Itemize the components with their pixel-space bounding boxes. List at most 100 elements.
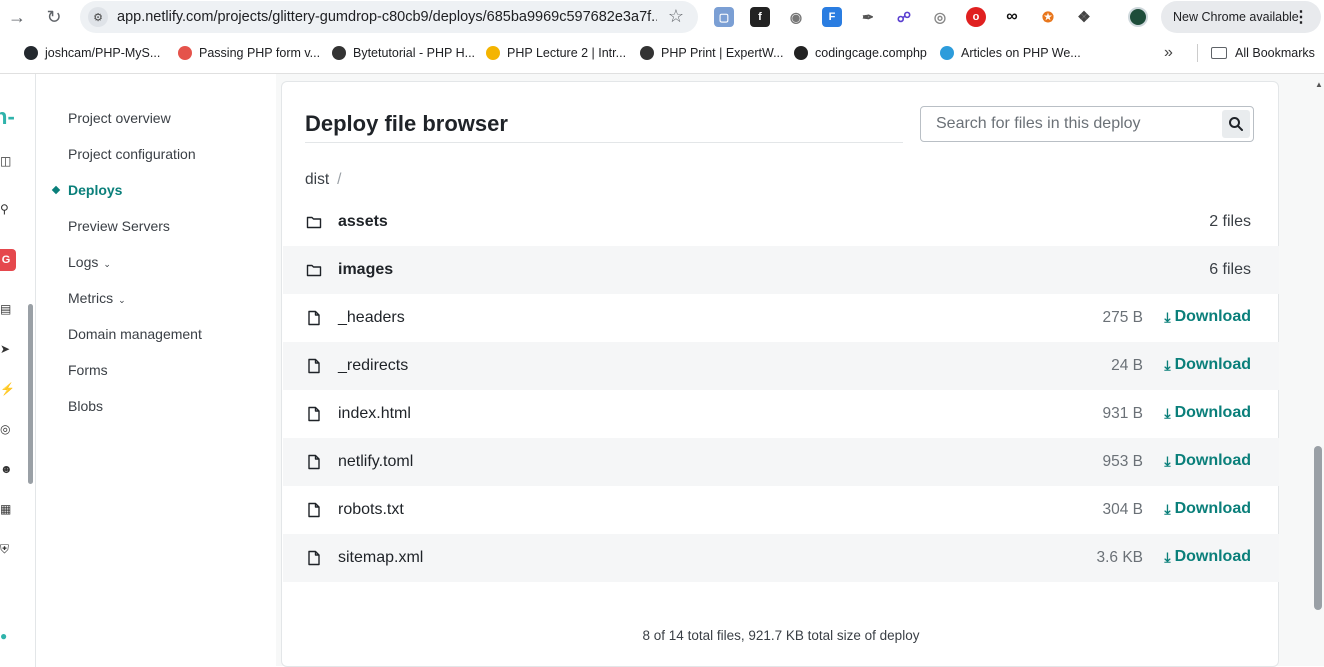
file-icon: [308, 502, 320, 518]
github-icon: [24, 46, 38, 60]
folder-name[interactable]: images: [338, 261, 393, 279]
sidebar-item-forms[interactable]: Forms: [68, 362, 108, 378]
folder-name[interactable]: assets: [338, 213, 388, 231]
sidebar-toggle-icon[interactable]: ◫: [0, 154, 14, 168]
all-bookmarks-label: All Bookmarks: [1235, 46, 1315, 60]
download-button[interactable]: ⤓ Download: [1164, 308, 1251, 326]
breadcrumb-item[interactable]: dist: [305, 171, 329, 188]
download-label: Download: [1174, 356, 1251, 373]
profile-avatar[interactable]: [1128, 7, 1148, 27]
sidebar-item-logs[interactable]: Logs ⌄: [68, 254, 111, 270]
bookmark-label: Passing PHP form v...: [199, 46, 321, 60]
extension-icon[interactable]: ▢: [714, 7, 734, 27]
sidebar-item-label: Project configuration: [68, 146, 196, 162]
sidebar-item-deploys[interactable]: Deploys: [51, 182, 122, 198]
file-name: netlify.toml: [338, 453, 414, 470]
plug-icon[interactable]: ⚡: [0, 382, 15, 396]
bookmark-item[interactable]: Articles on PHP We...: [940, 46, 1081, 60]
netlify-logo-icon[interactable]: n-: [0, 104, 15, 130]
deploy-file-browser-card: Deploy file browser dist / assets 2 files…: [281, 81, 1279, 667]
search-input[interactable]: [921, 107, 1221, 141]
download-icon: ⤓: [1164, 356, 1171, 373]
folder-row[interactable]: images 6 files: [283, 246, 1279, 294]
download-button[interactable]: ⤓ Download: [1164, 500, 1251, 518]
bookmark-item[interactable]: Passing PHP form v...: [178, 46, 320, 60]
extension-icon[interactable]: o: [966, 7, 986, 27]
breadcrumb-separator: /: [337, 171, 342, 188]
folder-icon: [1211, 47, 1227, 59]
page-scrollbar-thumb[interactable]: [1314, 446, 1322, 610]
page-scrollbar[interactable]: ▲: [1312, 74, 1324, 667]
sidebar-item-label: Metrics: [68, 290, 114, 306]
forward-icon[interactable]: →: [6, 6, 28, 28]
search-icon: [1229, 117, 1243, 131]
search-icon[interactable]: ⚲: [0, 202, 14, 216]
acrobat-icon[interactable]: ✪: [1038, 7, 1058, 27]
bookmark-item[interactable]: codingcage.comphp: [794, 46, 927, 60]
url-text[interactable]: app.netlify.com/projects/glittery-gumdro…: [117, 9, 657, 25]
menu-kebab-icon[interactable]: ⋮: [1293, 7, 1309, 27]
team-avatar-icon[interactable]: G: [0, 249, 16, 271]
infinity-icon[interactable]: ∞: [1002, 7, 1022, 27]
scroll-up-icon[interactable]: ▲: [1315, 80, 1323, 89]
download-label: Download: [1174, 452, 1251, 469]
site-favicon: [178, 46, 192, 60]
download-button[interactable]: ⤓ Download: [1164, 548, 1251, 566]
users-icon[interactable]: ☻: [0, 462, 14, 476]
sidebar-item-label: Preview Servers: [68, 218, 170, 234]
globe-icon: [332, 46, 346, 60]
new-chrome-button[interactable]: New Chrome available ⋮: [1161, 1, 1321, 33]
sidebar-item-domain-management[interactable]: Domain management: [68, 326, 202, 342]
address-bar[interactable]: ⚙ app.netlify.com/projects/glittery-gumd…: [80, 1, 698, 33]
reload-icon[interactable]: ↻: [43, 6, 65, 28]
extension-icon[interactable]: F: [822, 7, 842, 27]
sidebar-item-preview-servers[interactable]: Preview Servers: [68, 218, 170, 234]
site-info-icon[interactable]: ⚙: [88, 7, 108, 27]
file-row: sitemap.xml 3.6 KB ⤓ Download: [283, 534, 1279, 582]
file-icon: [308, 358, 320, 374]
extensions-puzzle-icon[interactable]: ❖: [1074, 7, 1094, 27]
billing-icon[interactable]: ▦: [0, 502, 14, 516]
file-name: sitemap.xml: [338, 549, 424, 566]
sidebar-item-label: Domain management: [68, 326, 202, 342]
file-size: 304 B: [1102, 501, 1143, 518]
pen-icon[interactable]: ✒: [858, 7, 878, 27]
deploy-icon[interactable]: ➤: [0, 342, 14, 356]
file-size: 24 B: [1111, 357, 1143, 374]
file-row: _headers 275 B ⤓ Download: [283, 294, 1279, 342]
rail-scrollbar-thumb[interactable]: [28, 304, 33, 484]
file-row: _redirects 24 B ⤓ Download: [283, 342, 1279, 390]
sidebar-item-metrics[interactable]: Metrics ⌄: [68, 290, 126, 306]
file-size: 931 B: [1102, 405, 1143, 422]
download-button[interactable]: ⤓ Download: [1164, 356, 1251, 374]
bookmark-item[interactable]: Bytetutorial - PHP H...: [332, 46, 475, 60]
sidebar-item-blobs[interactable]: Blobs: [68, 398, 103, 414]
bookmark-label: Bytetutorial - PHP H...: [353, 46, 476, 60]
search-button[interactable]: [1222, 110, 1250, 138]
globe-icon[interactable]: ◎: [0, 422, 14, 436]
site-favicon: [794, 46, 808, 60]
chevron-down-icon: ⌄: [118, 295, 126, 305]
sidebar-item-project-overview[interactable]: Project overview: [68, 110, 171, 126]
sidebar-item-project-configuration[interactable]: Project configuration: [68, 146, 196, 162]
shield-icon[interactable]: ⛨: [0, 542, 14, 556]
extension-icon[interactable]: f: [750, 7, 770, 27]
download-button[interactable]: ⤓ Download: [1164, 452, 1251, 470]
link-icon[interactable]: ☍: [894, 7, 914, 27]
bookmark-item[interactable]: PHP Lecture 2 | Intr...: [486, 46, 626, 60]
sidebar-item-label: Logs: [68, 254, 99, 270]
bookmark-label: codingcage.comphp: [815, 46, 927, 60]
bookmark-star-icon[interactable]: ☆: [668, 6, 684, 27]
bookmark-item[interactable]: PHP Print | ExpertW...: [640, 46, 784, 60]
file-icon: [308, 310, 320, 326]
folder-row[interactable]: assets 2 files: [283, 198, 1279, 246]
stack-icon[interactable]: ▤: [0, 302, 14, 316]
chevron-double-right-icon[interactable]: »: [1164, 44, 1173, 62]
all-bookmarks-button[interactable]: All Bookmarks: [1211, 46, 1315, 60]
rail-scrollbar[interactable]: [26, 296, 34, 486]
folder-icon: [306, 264, 322, 277]
download-button[interactable]: ⤓ Download: [1164, 404, 1251, 422]
globe-icon[interactable]: ◎: [930, 7, 950, 27]
bookmark-item[interactable]: joshcam/PHP-MyS...: [24, 46, 160, 60]
camera-icon[interactable]: ◉: [786, 7, 806, 27]
